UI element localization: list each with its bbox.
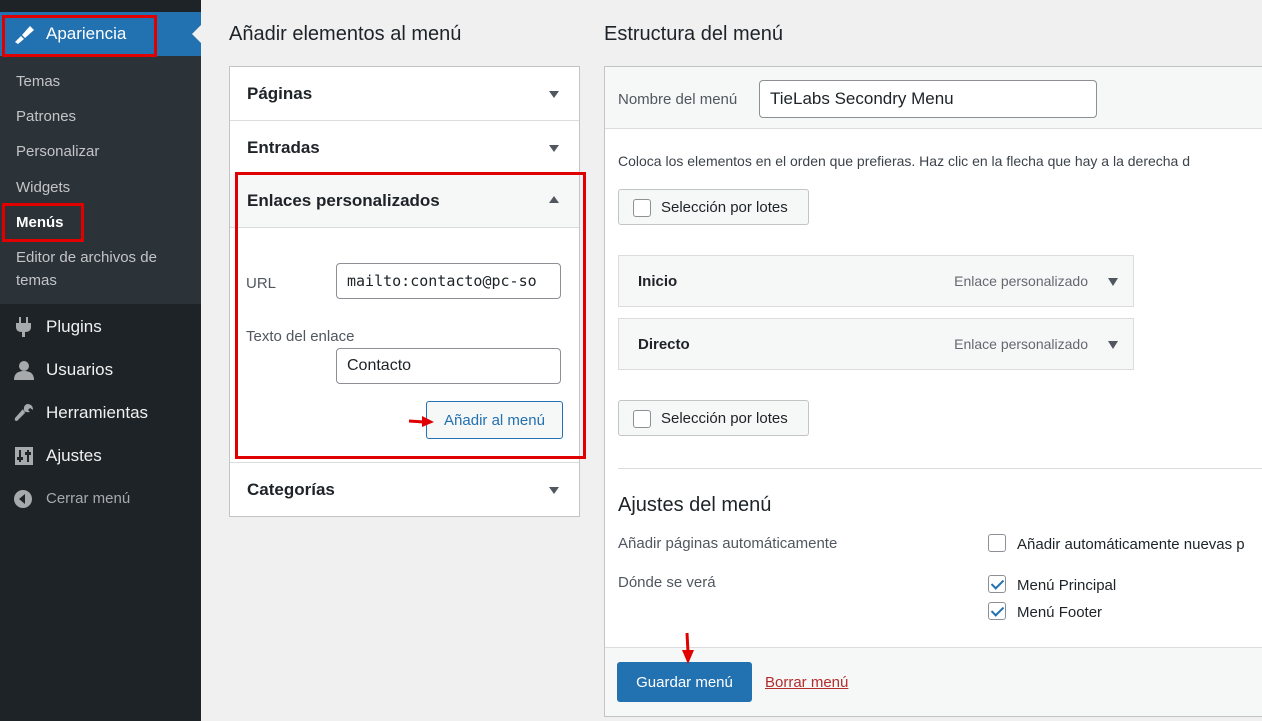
- sidebar-item-label: Herramientas: [46, 403, 149, 422]
- display-location-label: Dónde se verá: [618, 574, 716, 591]
- link-text-input[interactable]: [336, 348, 561, 384]
- accordion-posts-title: Entradas: [247, 138, 320, 157]
- bulk-select-checkbox[interactable]: [633, 199, 651, 217]
- submenu-item-patterns[interactable]: Patrones: [16, 108, 76, 125]
- accordion-pages-title: Páginas: [247, 84, 313, 103]
- menu-name-input[interactable]: [759, 80, 1097, 118]
- auto-add-label: Añadir páginas automáticamente: [618, 535, 838, 552]
- menu-structure-panel: Nombre del menú Coloca los elementos en …: [604, 66, 1262, 717]
- auto-add-checkbox[interactable]: [988, 534, 1006, 552]
- add-items-title: Añadir elementos al menú: [229, 23, 462, 45]
- red-arrow-down-icon: [682, 632, 694, 664]
- chevron-up-icon: [549, 196, 559, 203]
- accordion-pages[interactable]: Páginas: [230, 67, 579, 121]
- admin-sidebar: Apariencia Temas Patrones Personalizar W…: [0, 0, 201, 721]
- delete-menu-link[interactable]: Borrar menú: [765, 674, 848, 691]
- url-input[interactable]: [336, 263, 561, 299]
- menu-instructions: Coloca los elementos en el orden que pre…: [618, 153, 1191, 169]
- paintbrush-icon: [12, 23, 36, 45]
- submenu-item-customize[interactable]: Personalizar: [16, 143, 99, 160]
- submenu-item-menus[interactable]: Menús: [16, 214, 64, 231]
- menu-item-type: Enlace personalizado: [954, 336, 1088, 352]
- bulk-select-bottom[interactable]: Selección por lotes: [618, 400, 809, 436]
- menu-item-title: Inicio: [638, 273, 678, 290]
- bulk-select-label: Selección por lotes: [661, 410, 788, 427]
- sidebar-item-plugins[interactable]: Plugins: [0, 309, 201, 345]
- sidebar-item-label: Usuarios: [46, 360, 114, 379]
- link-text-label: Texto del enlace: [246, 328, 355, 345]
- bulk-select-label: Selección por lotes: [661, 199, 788, 216]
- add-items-accordion: Páginas Entradas Enlaces personalizados …: [229, 66, 580, 517]
- accordion-posts[interactable]: Entradas: [230, 121, 579, 175]
- chevron-down-icon: [549, 91, 559, 98]
- plugin-icon: [13, 317, 35, 337]
- accordion-custom-links-title: Enlaces personalizados: [247, 191, 440, 210]
- collapse-menu-button[interactable]: Cerrar menú: [0, 481, 201, 517]
- sidebar-item-tools[interactable]: Herramientas: [0, 395, 201, 431]
- sidebar-item-settings[interactable]: Ajustes: [0, 438, 201, 474]
- chevron-down-icon: [549, 487, 559, 494]
- chevron-down-icon[interactable]: [1108, 341, 1118, 349]
- collapse-arrow-icon: [13, 489, 35, 509]
- menu-item-type: Enlace personalizado: [954, 273, 1088, 289]
- sidebar-item-label: Ajustes: [46, 446, 102, 465]
- accordion-categories-title: Categorías: [247, 480, 335, 499]
- bulk-select-checkbox[interactable]: [633, 410, 651, 428]
- accordion-custom-links[interactable]: Enlaces personalizados: [230, 174, 579, 228]
- menu-item-row[interactable]: Inicio Enlace personalizado: [618, 255, 1134, 307]
- sidebar-item-users[interactable]: Usuarios: [0, 352, 201, 388]
- sidebar-item-label: Plugins: [46, 317, 102, 336]
- chevron-down-icon: [549, 145, 559, 152]
- collapse-menu-label: Cerrar menú: [46, 490, 131, 507]
- url-label: URL: [246, 275, 277, 292]
- menu-settings-title: Ajustes del menú: [618, 494, 772, 516]
- menu-structure-title: Estructura del menú: [604, 23, 783, 45]
- sidebar-item-label: Apariencia: [46, 24, 127, 43]
- save-menu-button[interactable]: Guardar menú: [617, 662, 752, 702]
- chevron-down-icon[interactable]: [1108, 278, 1118, 286]
- submenu-item-themes[interactable]: Temas: [16, 73, 60, 90]
- submenu-item-theme-editor[interactable]: Editor de archivos de: [16, 249, 157, 266]
- location-primary-checkbox[interactable]: [988, 575, 1006, 593]
- location-primary-label: Menú Principal: [1017, 577, 1117, 594]
- menu-actions-bar: Guardar menú Borrar menú: [605, 647, 1262, 716]
- divider: [618, 468, 1262, 469]
- menu-item-title: Directo: [638, 336, 690, 353]
- submenu-item-theme-editor-line2[interactable]: temas: [16, 272, 57, 289]
- location-footer-checkbox[interactable]: [988, 602, 1006, 620]
- current-indicator: [192, 25, 201, 43]
- menu-item-row[interactable]: Directo Enlace personalizado: [618, 318, 1134, 370]
- menu-name-label: Nombre del menú: [618, 91, 738, 108]
- menu-name-bar: Nombre del menú: [605, 67, 1262, 129]
- accordion-categories[interactable]: Categorías: [230, 462, 579, 516]
- auto-add-option-label: Añadir automáticamente nuevas p: [1017, 536, 1245, 553]
- red-arrow-right-icon: [408, 416, 434, 427]
- appearance-submenu: Temas Patrones Personalizar Widgets Menú…: [0, 56, 201, 304]
- user-icon: [13, 360, 35, 380]
- submenu-item-widgets[interactable]: Widgets: [16, 179, 70, 196]
- add-to-menu-button[interactable]: Añadir al menú: [426, 401, 563, 439]
- location-footer-label: Menú Footer: [1017, 604, 1103, 621]
- wrench-icon: [13, 403, 35, 423]
- bulk-select-top[interactable]: Selección por lotes: [618, 189, 809, 225]
- sidebar-item-appearance[interactable]: Apariencia: [0, 12, 201, 56]
- settings-sliders-icon: [13, 446, 35, 466]
